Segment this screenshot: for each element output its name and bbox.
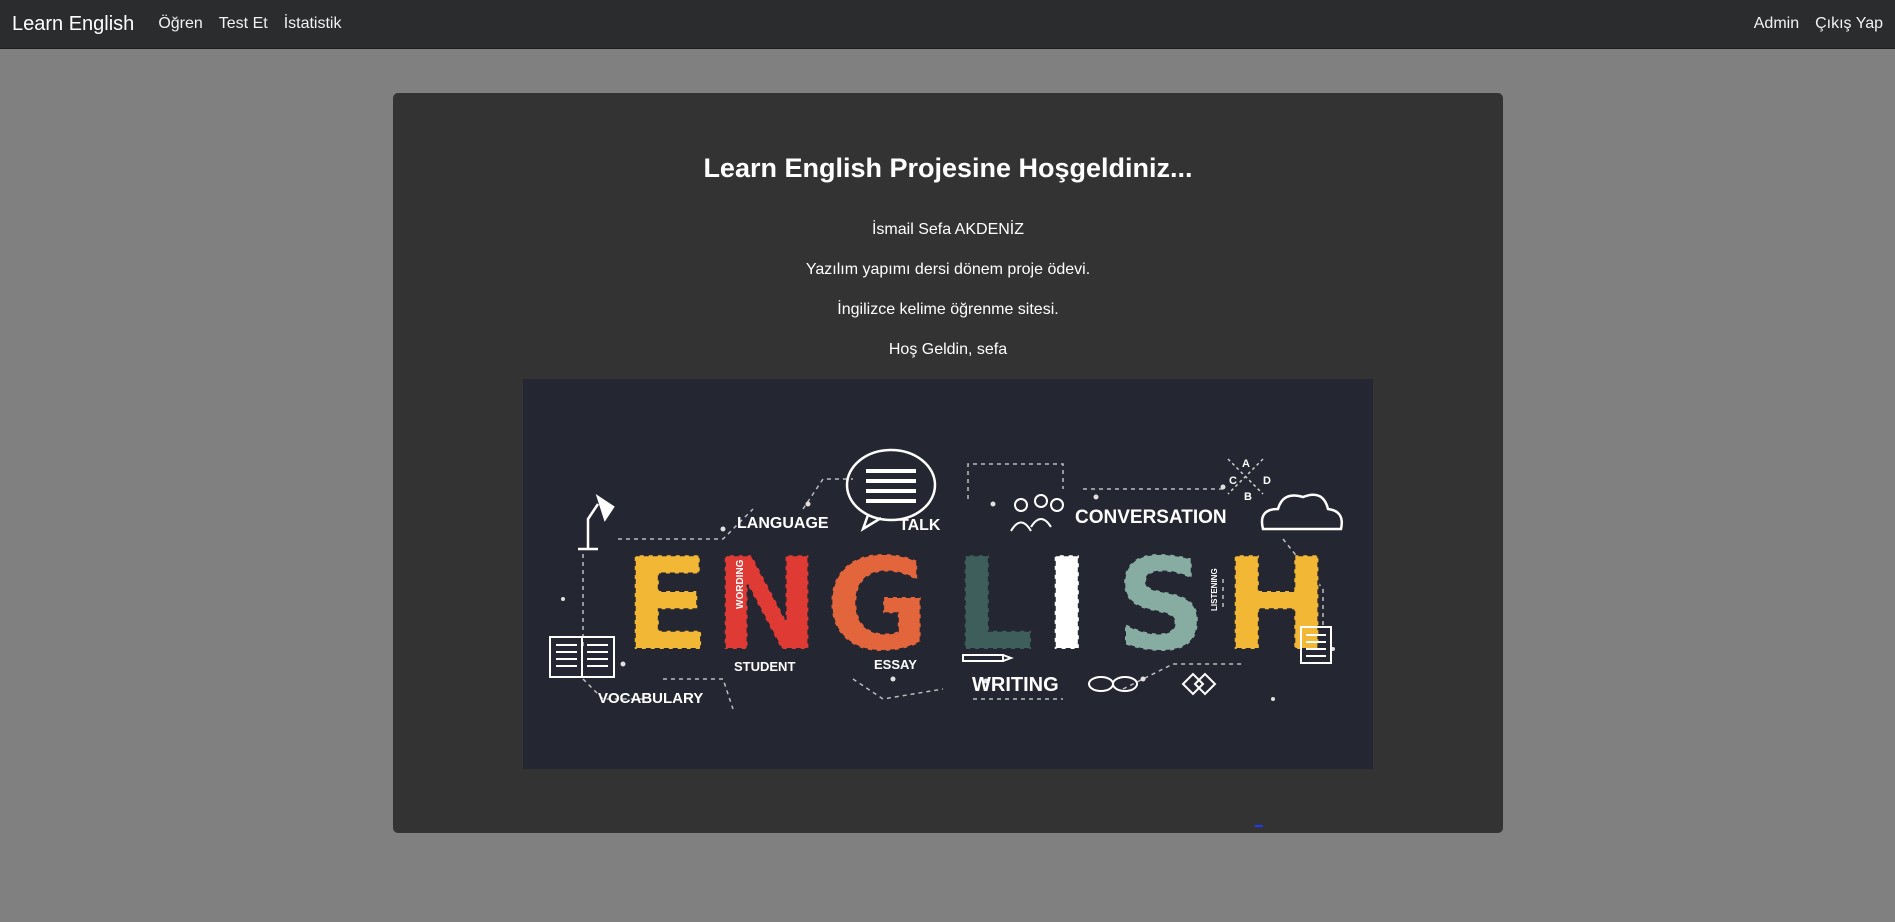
english-letter-i: I: [1043, 531, 1091, 680]
label-listening: LISTENING: [1210, 568, 1219, 611]
nav-link-ogren[interactable]: Öğren: [158, 15, 202, 33]
label-essay: ESSAY: [874, 657, 917, 672]
author-text: İsmail Sefa AKDENİZ: [871, 221, 1025, 238]
navbar-right: Admin Çıkış Yap: [1738, 15, 1883, 33]
footer-link[interactable]: [1255, 825, 1263, 827]
label-a: A: [1242, 458, 1250, 470]
label-wording: WORDING: [735, 559, 746, 609]
english-illustration: A C D B ENGLISH LANGUAGE TALK CONVERSATI…: [523, 379, 1373, 769]
welcome-text: Hoş Geldin, sefa: [888, 341, 1008, 358]
label-conversation: CONVERSATION: [1075, 507, 1227, 528]
nav-link-istatistik[interactable]: İstatistik: [284, 15, 342, 33]
navbar: Learn English Öğren Test Et İstatistik A…: [0, 0, 1895, 49]
brand-link[interactable]: Learn English: [12, 13, 134, 36]
english-letter-l: L: [953, 531, 1035, 680]
label-student: STUDENT: [734, 659, 795, 674]
label-b: B: [1244, 491, 1252, 503]
nav-link-logout[interactable]: Çıkış Yap: [1815, 15, 1883, 33]
label-language: LANGUAGE: [737, 515, 829, 532]
english-letter-s: S: [1115, 531, 1207, 680]
navbar-left: Learn English Öğren Test Et İstatistik: [12, 13, 357, 36]
label-d: D: [1263, 475, 1271, 487]
label-talk: TALK: [899, 517, 941, 534]
english-letters: ENGLISH: [622, 530, 1331, 681]
english-letter-h: H: [1223, 531, 1330, 680]
welcome-card: Learn English Projesine Hoşgeldiniz... İ…: [393, 93, 1503, 833]
label-vocabulary: VOCABULARY: [598, 690, 703, 707]
label-writing: WRITING: [972, 674, 1059, 696]
english-letter-e: E: [623, 531, 710, 680]
english-hero-image: A C D B ENGLISH LANGUAGE TALK CONVERSATI…: [523, 379, 1373, 769]
nav-link-test-et[interactable]: Test Et: [219, 15, 268, 33]
page-title: Learn English Projesine Hoşgeldiniz...: [703, 153, 1193, 183]
subtitle-text: İngilizce kelime öğrenme sitesi.: [837, 301, 1059, 318]
english-letter-n: N: [713, 531, 820, 680]
description-text: Yazılım yapımı dersi dönem proje ödevi.: [805, 261, 1091, 278]
label-c: C: [1229, 475, 1237, 487]
nav-link-admin[interactable]: Admin: [1754, 15, 1799, 33]
